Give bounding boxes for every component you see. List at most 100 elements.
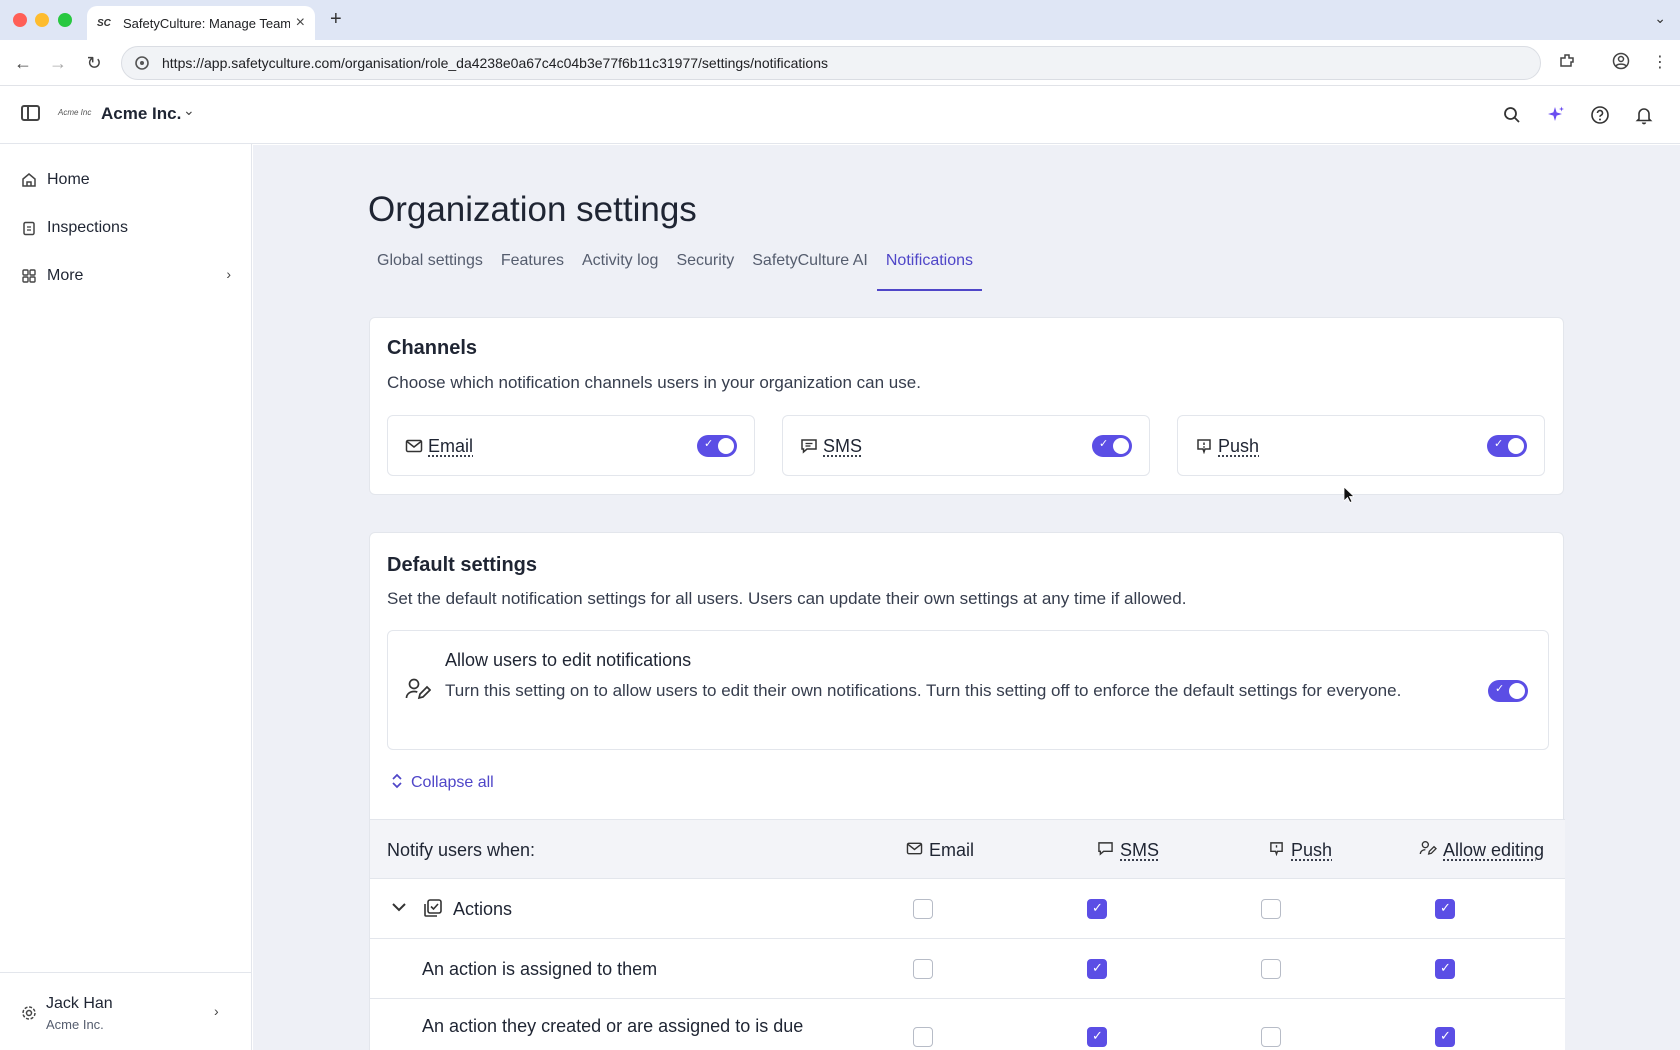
tab-list-icon[interactable]: ⌄	[1654, 10, 1666, 27]
sidebar-item-label: More	[47, 267, 84, 284]
check-icon: ✓	[1494, 438, 1504, 450]
column-label: Email	[929, 840, 975, 860]
column-push: Push	[1268, 840, 1332, 861]
sidebar-item-inspections[interactable]: Inspections	[21, 216, 231, 240]
help-icon[interactable]	[1590, 105, 1610, 125]
minimize-window-button[interactable]	[35, 13, 49, 27]
maximize-window-button[interactable]	[58, 13, 72, 27]
row-checkbox-allow-editing[interactable]	[1435, 1027, 1455, 1047]
browser-menu-icon[interactable]: ⋮	[1652, 52, 1668, 72]
channel-label: SMS	[823, 436, 863, 456]
channels-card: Channels Choose which notification chann…	[369, 317, 1564, 495]
user-org: Acme Inc.	[46, 1017, 104, 1032]
chevron-down-icon[interactable]: ⌄	[183, 102, 195, 119]
allow-edit-box: Allow users to edit notifications Turn t…	[387, 630, 1549, 750]
home-icon	[21, 172, 37, 188]
mail-icon	[906, 840, 923, 861]
user-edit-icon	[1419, 840, 1437, 861]
column-allow-editing: Allow editing	[1419, 840, 1544, 861]
row-label: An action they created or are assigned t…	[422, 1016, 804, 1036]
chevron-right-icon: ›	[214, 1003, 219, 1019]
tab-security[interactable]: Security	[667, 251, 743, 291]
sidebar-item-more[interactable]: More ›	[21, 264, 231, 288]
org-switcher[interactable]: Acme Inc.	[101, 104, 181, 124]
row-checkbox-sms[interactable]	[1087, 959, 1107, 979]
allow-edit-toggle[interactable]: ✓	[1488, 680, 1528, 702]
settings-tabs: Global settings Features Activity log Se…	[368, 251, 983, 291]
row-checkbox-push[interactable]	[1261, 959, 1281, 979]
row-checkbox-sms[interactable]	[1087, 899, 1107, 919]
check-icon: ✓	[1495, 683, 1505, 695]
tab-activity-log[interactable]: Activity log	[573, 251, 667, 291]
forward-icon[interactable]: →	[47, 52, 69, 74]
new-tab-icon[interactable]: +	[330, 8, 342, 31]
channel-label: Email	[428, 436, 474, 456]
row-label: Actions	[453, 899, 513, 919]
channels-description: Choose which notification channels users…	[387, 373, 921, 392]
address-bar: ← → ↻ https://app.safetyculture.com/orga…	[0, 40, 1680, 86]
channels-title: Channels	[387, 337, 478, 359]
site-info-icon[interactable]	[134, 55, 150, 71]
sidebar-item-home[interactable]: Home	[21, 168, 231, 192]
row-checkbox-email[interactable]	[913, 959, 933, 979]
mail-icon	[405, 438, 423, 459]
collapse-all-button[interactable]: Collapse all	[391, 773, 494, 792]
grid-icon	[21, 268, 37, 284]
row-checkbox-email[interactable]	[913, 1027, 933, 1047]
row-checkbox-allow-editing[interactable]	[1435, 899, 1455, 919]
clipboard-icon	[21, 220, 37, 236]
ai-sparkle-icon[interactable]	[1546, 105, 1566, 125]
reload-icon[interactable]: ↻	[83, 52, 105, 74]
profile-icon[interactable]	[1612, 52, 1630, 75]
sms-channel-toggle[interactable]: ✓	[1092, 435, 1132, 457]
favicon-icon: SC	[97, 17, 111, 29]
channel-email: Email ✓	[387, 415, 755, 476]
push-channel-toggle[interactable]: ✓	[1487, 435, 1527, 457]
row-checkbox-push[interactable]	[1261, 899, 1281, 919]
chevron-right-icon: ›	[226, 266, 231, 282]
table-row-group-actions: Actions	[370, 879, 1565, 939]
main-content: Organization settings Global settings Fe…	[253, 145, 1680, 1050]
extensions-icon[interactable]	[1558, 52, 1576, 75]
column-email: Email	[906, 840, 974, 861]
row-label: An action is assigned to them	[422, 959, 658, 979]
search-icon[interactable]	[1502, 105, 1522, 125]
sidebar-item-label: Home	[47, 171, 90, 188]
close-window-button[interactable]	[13, 13, 27, 27]
browser-tab[interactable]: SC SafetyCulture: Manage Teams ×	[87, 6, 315, 40]
channel-sms: SMS ✓	[782, 415, 1150, 476]
actions-icon	[423, 898, 443, 923]
row-checkbox-sms[interactable]	[1087, 1027, 1107, 1047]
notify-users-when-label: Notify users when:	[387, 840, 536, 860]
channel-label: Push	[1218, 436, 1260, 456]
url-field[interactable]: https://app.safetyculture.com/organisati…	[121, 46, 1541, 80]
gear-icon	[21, 1005, 37, 1026]
channel-push: Push ✓	[1177, 415, 1545, 476]
collapse-icon	[391, 773, 403, 792]
default-settings-description: Set the default notification settings fo…	[387, 589, 1187, 608]
sidebar-toggle-icon[interactable]	[21, 105, 40, 121]
row-checkbox-email[interactable]	[913, 899, 933, 919]
row-checkbox-allow-editing[interactable]	[1435, 959, 1455, 979]
message-icon	[800, 438, 818, 459]
user-menu[interactable]: Jack Han Acme Inc. ›	[0, 972, 252, 1050]
tab-features[interactable]: Features	[492, 251, 573, 291]
chevron-down-icon[interactable]	[391, 899, 407, 920]
default-settings-title: Default settings	[387, 554, 538, 576]
back-icon[interactable]: ←	[12, 52, 34, 74]
check-icon: ✓	[1099, 438, 1109, 450]
browser-tab-bar: SC SafetyCulture: Manage Teams × + ⌄	[0, 0, 1680, 40]
tab-safetyculture-ai[interactable]: SafetyCulture AI	[743, 251, 877, 291]
tab-notifications[interactable]: Notifications	[876, 251, 983, 291]
row-checkbox-push[interactable]	[1261, 1027, 1281, 1047]
bell-icon[interactable]	[1634, 105, 1654, 125]
email-channel-toggle[interactable]: ✓	[697, 435, 737, 457]
tab-global-settings[interactable]: Global settings	[368, 251, 492, 291]
sidebar-item-label: Inspections	[47, 219, 128, 236]
table-row: An action they created or are assigned t…	[370, 999, 1565, 1050]
page-title: Organization settings	[368, 190, 697, 229]
url-text: https://app.safetyculture.com/organisati…	[162, 55, 828, 71]
close-tab-icon[interactable]: ×	[296, 14, 305, 32]
table-row: An action is assigned to them	[370, 939, 1565, 999]
column-label: Allow editing	[1443, 840, 1545, 860]
